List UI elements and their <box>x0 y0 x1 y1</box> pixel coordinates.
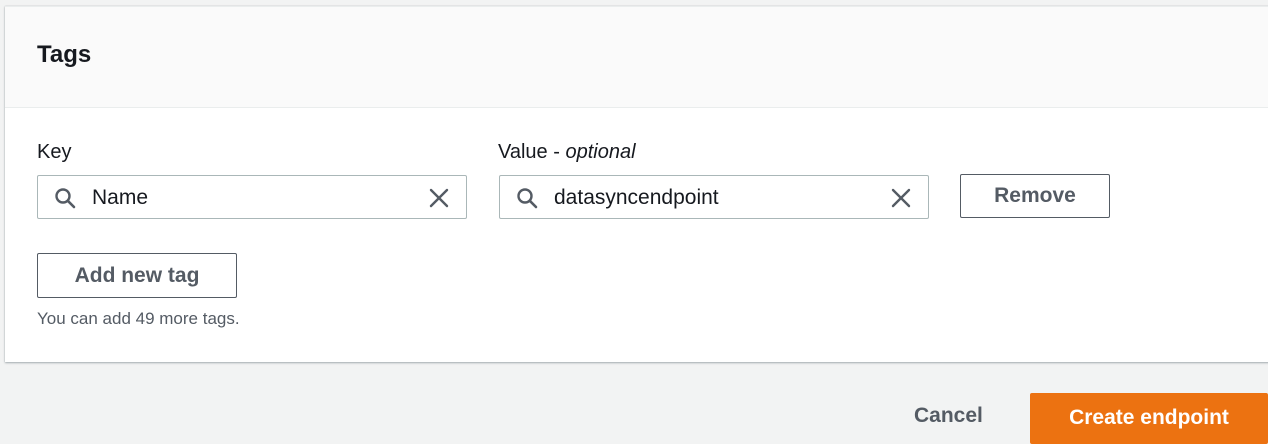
panel-header: Tags <box>5 7 1268 108</box>
remove-button[interactable]: Remove <box>960 174 1110 218</box>
add-new-tag-button[interactable]: Add new tag <box>37 253 237 298</box>
search-icon <box>517 188 538 209</box>
close-icon[interactable] <box>428 187 450 209</box>
value-label-main: Value - <box>498 141 566 163</box>
key-label: Key <box>37 141 72 163</box>
value-label: Value - optional <box>498 141 636 164</box>
value-input[interactable]: datasyncendpoint <box>499 175 929 219</box>
value-label-optional: optional <box>565 141 636 163</box>
close-icon[interactable] <box>890 187 912 209</box>
panel-title: Tags <box>37 41 92 68</box>
create-endpoint-button[interactable]: Create endpoint <box>1030 393 1268 444</box>
value-input-value[interactable]: datasyncendpoint <box>554 186 719 210</box>
tags-panel: Tags Key Name Value - optional datasynce… <box>5 6 1268 362</box>
key-input[interactable]: Name <box>37 175 467 219</box>
tags-remaining-hint: You can add 49 more tags. <box>37 309 240 328</box>
cancel-button[interactable]: Cancel <box>914 404 983 428</box>
key-input-value[interactable]: Name <box>92 186 148 210</box>
search-icon <box>55 188 76 209</box>
